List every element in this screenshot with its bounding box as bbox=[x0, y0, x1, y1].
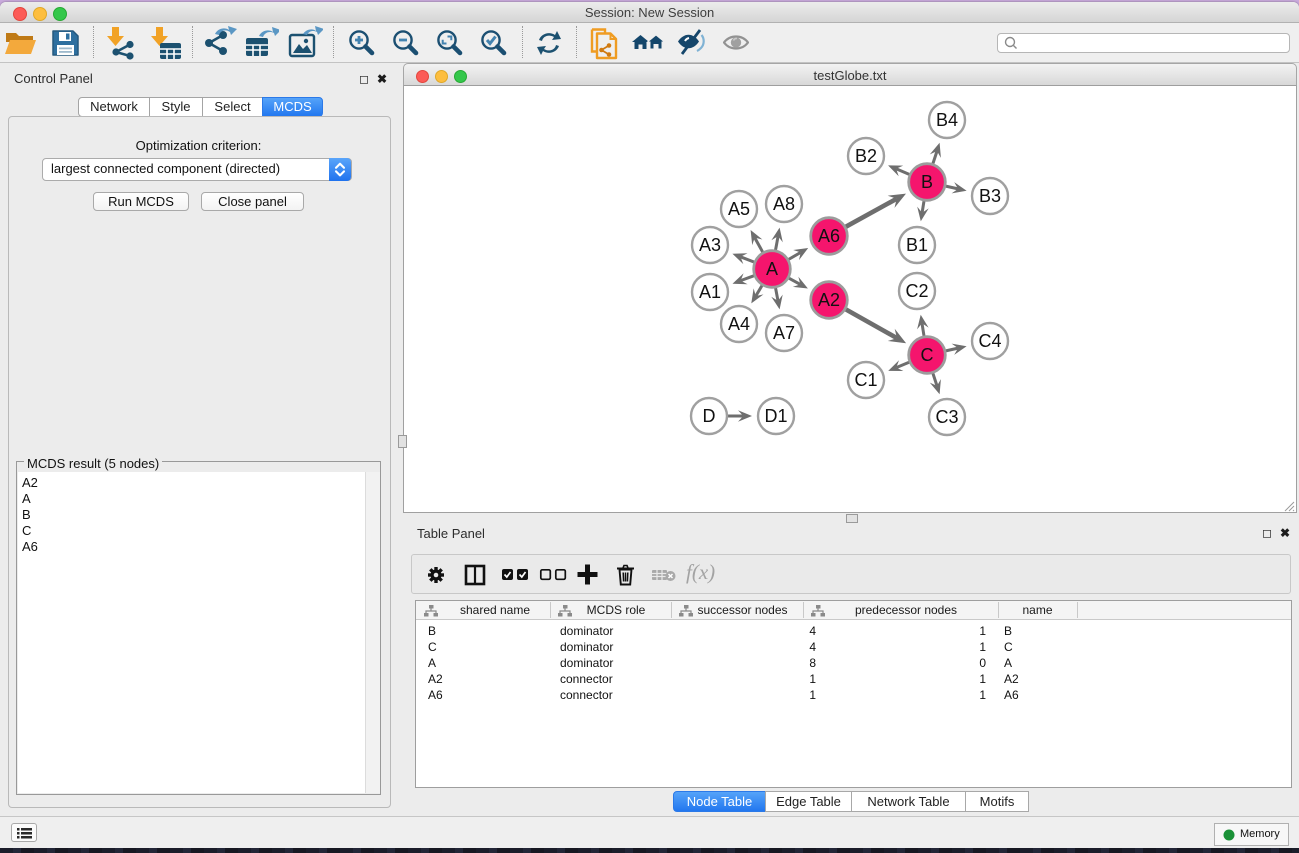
svg-text:A6: A6 bbox=[818, 226, 840, 246]
svg-text:B3: B3 bbox=[979, 186, 1001, 206]
svg-text:B: B bbox=[921, 172, 933, 192]
svg-text:C4: C4 bbox=[978, 331, 1001, 351]
svg-text:B1: B1 bbox=[906, 235, 928, 255]
svg-text:A1: A1 bbox=[699, 282, 721, 302]
svg-text:B4: B4 bbox=[936, 110, 958, 130]
svg-text:C1: C1 bbox=[854, 370, 877, 390]
svg-text:A: A bbox=[766, 259, 778, 279]
svg-text:D: D bbox=[703, 406, 716, 426]
svg-text:A4: A4 bbox=[728, 314, 750, 334]
svg-text:A3: A3 bbox=[699, 235, 721, 255]
svg-text:D1: D1 bbox=[764, 406, 787, 426]
svg-text:C3: C3 bbox=[935, 407, 958, 427]
svg-text:B2: B2 bbox=[855, 146, 877, 166]
svg-text:A7: A7 bbox=[773, 323, 795, 343]
svg-text:C2: C2 bbox=[905, 281, 928, 301]
svg-text:A8: A8 bbox=[773, 194, 795, 214]
svg-text:C: C bbox=[921, 345, 934, 365]
svg-text:A2: A2 bbox=[818, 290, 840, 310]
svg-text:A5: A5 bbox=[728, 199, 750, 219]
